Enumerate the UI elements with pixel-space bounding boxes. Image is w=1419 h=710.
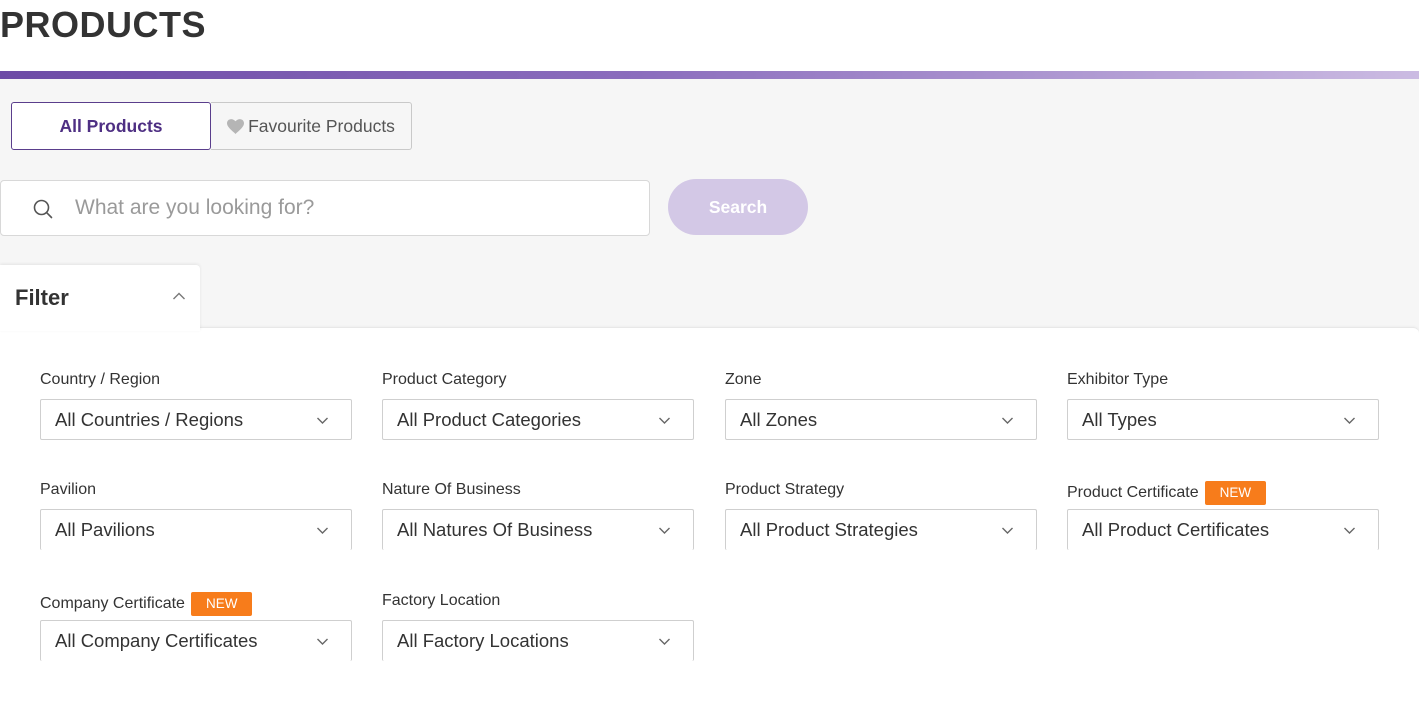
page-header: PRODUCTS xyxy=(0,0,1419,71)
select-country-region[interactable]: All Countries / Regions xyxy=(40,399,352,440)
chevron-down-icon xyxy=(317,638,328,645)
chevron-down-icon xyxy=(659,527,670,534)
heart-icon xyxy=(227,119,245,134)
new-badge: NEW xyxy=(190,592,253,616)
search-box xyxy=(0,180,650,236)
filter-label: Product Category xyxy=(382,371,507,389)
select-value: All Product Categories xyxy=(397,409,582,430)
filter-toggle[interactable]: Filter xyxy=(0,265,200,331)
chevron-down-icon xyxy=(1002,417,1013,424)
search-icon xyxy=(33,199,53,219)
tab-favourite-products[interactable]: Favourite Products xyxy=(211,102,412,150)
chevron-down-icon xyxy=(659,638,670,645)
select-value: All Natures Of Business xyxy=(397,519,593,540)
select-factory-location[interactable]: All Factory Locations xyxy=(382,620,694,661)
page-title: PRODUCTS xyxy=(0,4,207,45)
filter-label-text: Product Certificate xyxy=(1067,483,1199,501)
product-tabs: All Products Favourite Products xyxy=(11,102,412,150)
filter-label-text: Nature Of Business xyxy=(382,481,521,498)
tab-favourite-products-label: Favourite Products xyxy=(248,115,395,136)
filter-label-text: Zone xyxy=(725,371,762,388)
select-value: All Product Strategies xyxy=(740,519,918,540)
select-company-certificate[interactable]: All Company Certificates xyxy=(40,620,352,661)
chevron-down-icon xyxy=(317,527,328,534)
select-exhibitor-type[interactable]: All Types xyxy=(1067,399,1379,440)
filter-label-text: Product Category xyxy=(382,371,507,388)
filter-label: Factory Location xyxy=(382,592,500,610)
filter-label: Exhibitor Type xyxy=(1067,371,1168,389)
select-product-certificate[interactable]: All Product Certificates xyxy=(1067,509,1379,550)
search-button[interactable]: Search xyxy=(668,179,808,235)
filter-label: Nature Of Business xyxy=(382,481,521,499)
filter-label-text: Exhibitor Type xyxy=(1067,371,1169,388)
filter-label-text: Factory Location xyxy=(382,592,501,609)
filter-label-text: Product Strategy xyxy=(725,481,845,498)
filter-panel: Country / Region All Countries / Regions P… xyxy=(0,327,1419,710)
filter-label-text: Company Certificate xyxy=(40,594,185,612)
select-value: All Types xyxy=(1082,409,1157,430)
filter-label: Company Certificate NEW xyxy=(40,592,253,616)
select-product-strategy[interactable]: All Product Strategies xyxy=(725,509,1037,550)
select-value: All Product Certificates xyxy=(1082,519,1270,540)
chevron-down-icon xyxy=(1344,527,1355,534)
chevron-up-icon[interactable] xyxy=(172,291,186,301)
tab-all-products-label: All Products xyxy=(59,115,163,136)
header-accent-bar xyxy=(0,71,1419,79)
chevron-down-icon xyxy=(317,417,328,424)
tab-all-products[interactable]: All Products xyxy=(11,102,211,150)
filter-label: Product Certificate NEW xyxy=(1067,481,1267,505)
select-value: All Company Certificates xyxy=(55,630,258,651)
select-value: All Factory Locations xyxy=(397,630,569,651)
select-value: All Countries / Regions xyxy=(55,409,244,430)
select-product-category[interactable]: All Product Categories xyxy=(382,399,694,440)
filter-label: Product Strategy xyxy=(725,481,844,499)
select-nature-of-business[interactable]: All Natures Of Business xyxy=(382,509,694,550)
chevron-down-icon xyxy=(1344,417,1355,424)
select-pavilion[interactable]: All Pavilions xyxy=(40,509,352,550)
new-badge: NEW xyxy=(1204,481,1267,505)
filter-label: Country / Region xyxy=(40,371,160,389)
filter-label: Zone xyxy=(725,371,761,389)
search-input[interactable] xyxy=(75,189,635,227)
filter-label-text: Pavilion xyxy=(40,481,97,498)
chevron-down-icon xyxy=(1002,527,1013,534)
filter-label: Pavilion xyxy=(40,481,96,499)
chevron-down-icon xyxy=(659,417,670,424)
select-value: All Pavilions xyxy=(55,519,155,540)
filter-label-text: Country / Region xyxy=(40,371,161,388)
select-value: All Zones xyxy=(740,409,818,430)
filter-title: Filter xyxy=(15,285,69,310)
select-zone[interactable]: All Zones xyxy=(725,399,1037,440)
